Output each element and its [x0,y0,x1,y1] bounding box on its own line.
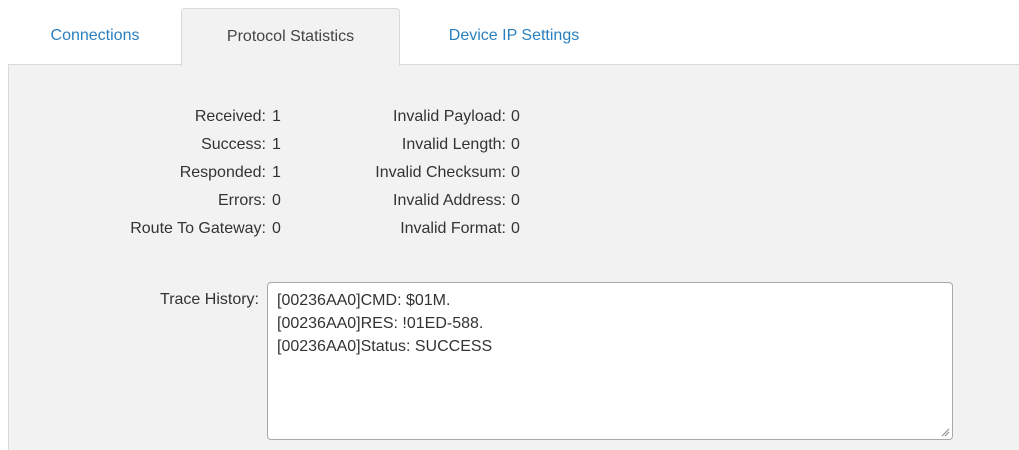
trace-history-textarea[interactable]: [00236AA0]CMD: $01M. [00236AA0]RES: !01E… [267,282,953,440]
tab-connections[interactable]: Connections [18,8,172,64]
tab-bar: Connections Protocol Statistics Device I… [0,0,1019,66]
stat-success: Success: 1 [9,133,309,157]
stat-value: 1 [272,164,281,181]
stat-label: Responded: [179,164,266,181]
trace-line: [00236AA0]CMD: $01M. [277,292,451,309]
stat-label: Received: [194,108,266,125]
stat-label: Invalid Length: [401,136,506,153]
stat-received: Received: 1 [9,105,309,129]
trace-line: [00236AA0]RES: !01ED-588. [277,315,484,332]
stat-invalid-payload: Invalid Payload: 0 [299,105,559,129]
stat-value: 0 [511,164,520,181]
stat-label: Success: [201,136,266,153]
stat-label: Invalid Checksum: [375,164,506,181]
stat-invalid-length: Invalid Length: 0 [299,133,559,157]
protocol-statistics-panel: Received: 1 Success: 1 Responded: 1 Erro… [8,64,1019,450]
trace-history-label: Trace History: [160,291,259,308]
stat-invalid-address: Invalid Address: 0 [299,189,559,213]
stat-invalid-format: Invalid Format: 0 [299,217,559,241]
stat-value: 0 [272,192,281,209]
stat-value: 0 [272,220,281,237]
stat-responded: Responded: 1 [9,161,309,185]
stat-label: Route To Gateway: [130,220,266,237]
stat-value: 1 [272,136,281,153]
stat-label: Invalid Payload: [393,108,506,125]
stat-invalid-checksum: Invalid Checksum: 0 [299,161,559,185]
stat-value: 1 [272,108,281,125]
stat-value: 0 [511,108,520,125]
stat-value: 0 [511,192,520,209]
resize-grip-icon[interactable] [940,427,950,437]
stat-label: Invalid Address: [393,192,506,209]
stat-label: Invalid Format: [400,220,506,237]
stat-label: Errors: [218,192,266,209]
stat-errors: Errors: 0 [9,189,309,213]
stat-route-to-gateway: Route To Gateway: 0 [9,217,309,241]
tab-device-ip-settings[interactable]: Device IP Settings [409,8,619,64]
trace-line: [00236AA0]Status: SUCCESS [277,338,493,355]
stat-value: 0 [511,136,520,153]
tab-protocol-statistics[interactable]: Protocol Statistics [181,8,400,66]
stat-value: 0 [511,220,520,237]
